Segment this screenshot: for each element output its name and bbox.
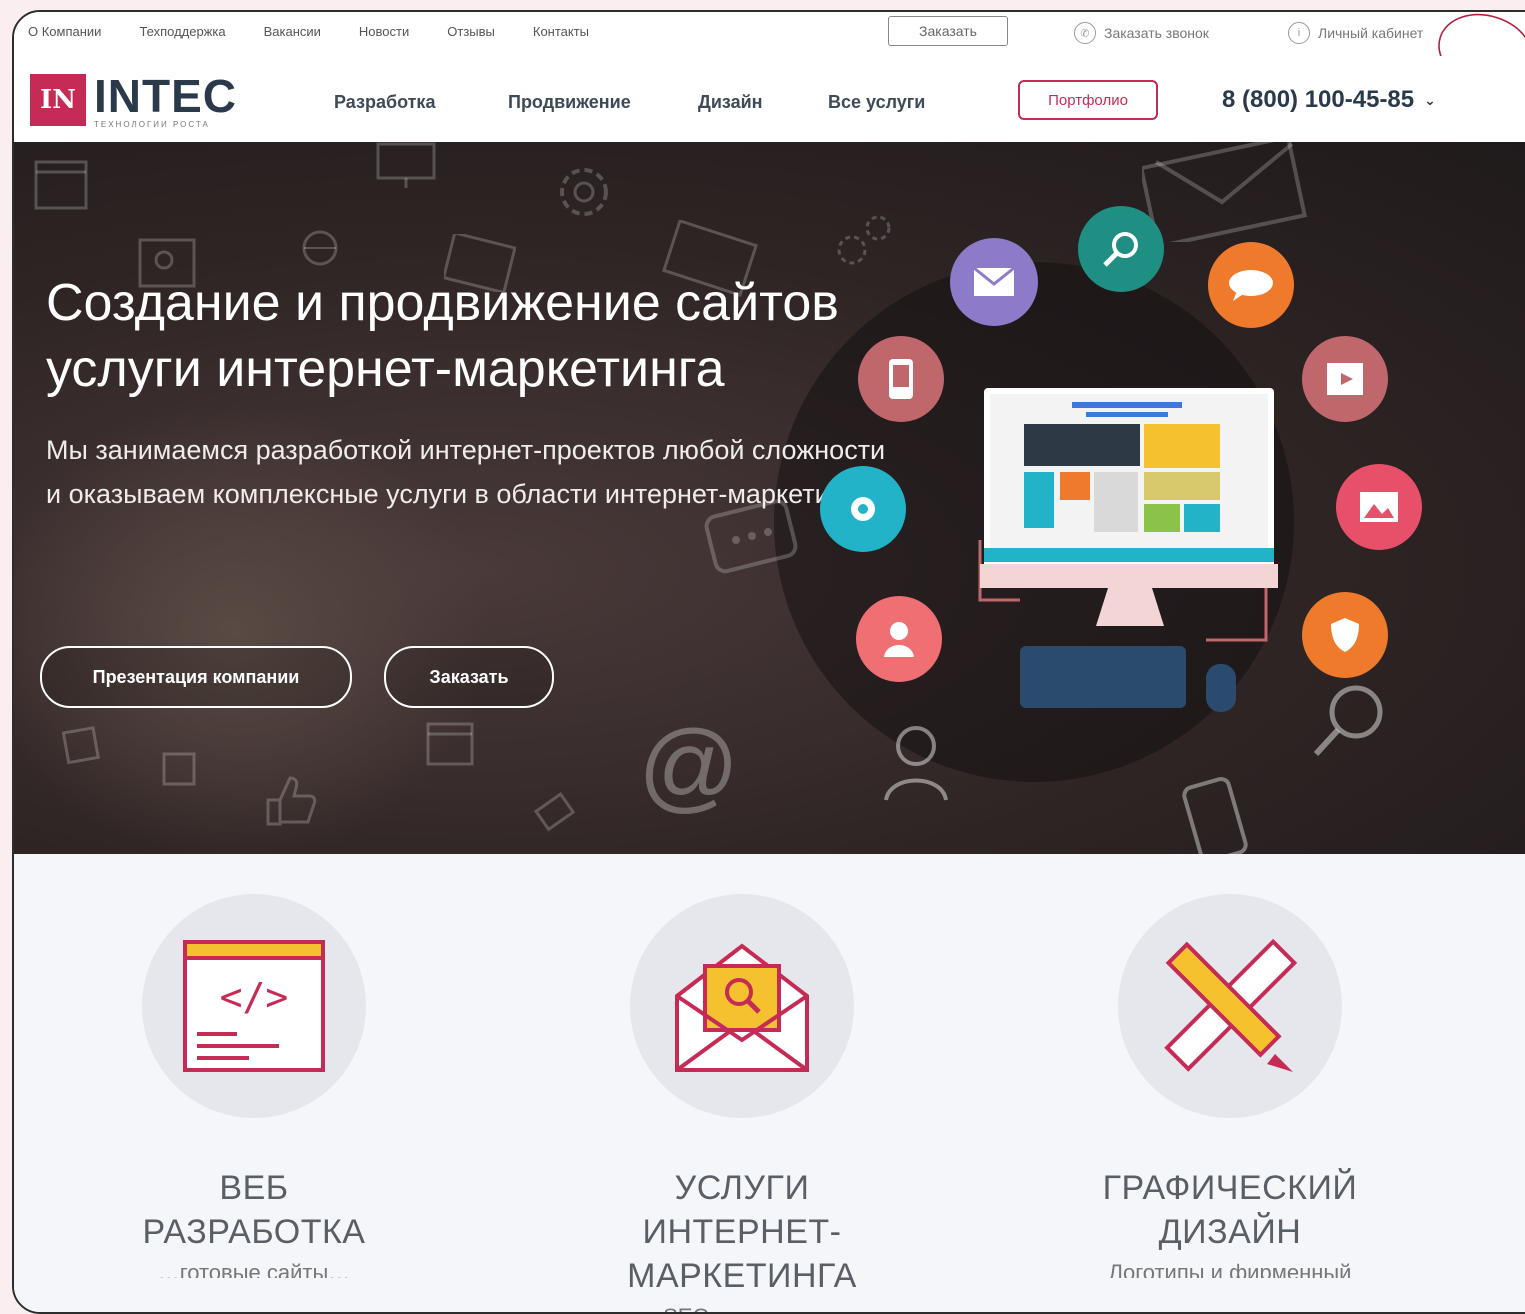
logo-text: INTEC ТЕХНОЛОГИИ РОСТА <box>94 70 237 129</box>
logo-mark: IN <box>30 74 86 126</box>
top-link-vacancies[interactable]: Вакансии <box>264 24 321 39</box>
top-link-support[interactable]: Техподдержка <box>139 24 225 39</box>
hero-title-line2: услуги интернет-маркетинга <box>46 340 725 398</box>
picture-icon <box>1360 492 1398 522</box>
top-link-contacts[interactable]: Контакты <box>533 24 589 39</box>
service-teaser: …готовые сайты… <box>157 1260 351 1278</box>
service-web-development[interactable]: </> ВЕБ РАЗРАБОТКА …готовые сайты… <box>44 894 464 1278</box>
top-link-news[interactable]: Новости <box>359 24 409 39</box>
presentation-button[interactable]: Презентация компании <box>40 646 352 708</box>
envelope-icon <box>1142 142 1308 242</box>
service-title: ГРАФИЧЕСКИЙ ДИЗАЙН <box>1020 1166 1440 1254</box>
service-title-line1: УСЛУГИ <box>674 1169 810 1207</box>
hero-subtitle-line1: Мы занимаемся разработкой интернет-проек… <box>46 435 886 465</box>
user-profile-icon <box>884 622 914 657</box>
phone-icon: ✆ <box>1074 22 1096 44</box>
nav-promotion[interactable]: Продвижение <box>508 92 631 113</box>
main-header: IN INTEC ТЕХНОЛОГИИ РОСТА Разработка Про… <box>14 56 1525 143</box>
phone-number: 8 (800) 100-45-85 ⌄ <box>1222 86 1436 114</box>
contact-card-icon <box>62 726 100 765</box>
code-window-icon: </> <box>183 940 325 1072</box>
nav-development[interactable]: Разработка <box>334 92 435 113</box>
thumbs-up-icon <box>266 776 317 826</box>
globe-icon <box>302 230 338 266</box>
mobile-icon <box>889 359 913 399</box>
bubble-mobile <box>858 336 944 422</box>
pencil-ruler-icon <box>1164 938 1298 1072</box>
bubble-mail <box>950 238 1038 326</box>
service-teaser: Логотипы и фирменный <box>1108 1260 1352 1278</box>
service-title-line1: ГРАФИЧЕСКИЙ <box>1102 1169 1358 1207</box>
gear-icon <box>560 168 608 216</box>
service-icon-disc <box>1118 894 1342 1118</box>
callback-link[interactable]: ✆ Заказать звонок <box>1074 22 1209 44</box>
service-title: ВЕБ РАЗРАБОТКА <box>44 1166 464 1254</box>
mail-icon <box>973 266 1015 296</box>
layout-icon <box>162 752 196 786</box>
hero-title-line1: Создание и продвижение сайтов <box>46 274 839 332</box>
hero-order-button[interactable]: Заказать <box>384 646 554 708</box>
chat-icon <box>1229 270 1273 301</box>
browser-frame: О Компании Техподдержка Вакансии Новости… <box>12 10 1525 1314</box>
magnifier-icon <box>1313 685 1383 757</box>
logo-word: INTEC <box>94 70 237 122</box>
nav-design[interactable]: Дизайн <box>698 92 763 113</box>
service-internet-marketing[interactable]: УСЛУГИ ИНТЕРНЕТ-МАРКЕТИНГА SEO и реклама <box>532 894 952 1312</box>
top-link-company[interactable]: О Компании <box>28 24 101 39</box>
user-outline-icon <box>884 726 948 801</box>
settings-gear-icon <box>851 497 875 521</box>
service-teaser: SEO и реклама <box>532 1304 952 1312</box>
cabinet-label: Личный кабинет <box>1318 25 1424 41</box>
service-title-line2: РАЗРАБОТКА <box>142 1213 366 1251</box>
monitor-icon <box>376 142 436 188</box>
svg-text:</>: </> <box>220 975 289 1019</box>
bubble-video <box>1302 336 1388 422</box>
top-link-reviews[interactable]: Отзывы <box>447 24 495 39</box>
envelope-search-icon <box>675 943 809 1072</box>
callback-label: Заказать звонок <box>1104 25 1209 41</box>
service-icon-disc <box>630 894 854 1118</box>
order-top-button[interactable]: Заказать <box>888 16 1008 46</box>
video-icon <box>1327 363 1363 395</box>
services-section: </> ВЕБ РАЗРАБОТКА …готовые сайты… УСЛУГ… <box>14 854 1525 1312</box>
service-icon-disc: </> <box>142 894 366 1118</box>
bubble-search <box>1078 206 1164 292</box>
bubble-user <box>856 596 942 682</box>
bubble-image <box>1336 464 1422 550</box>
shield-icon <box>1331 618 1359 652</box>
gears-icon <box>837 215 891 265</box>
top-utility-bar: О Компании Техподдержка Вакансии Новости… <box>14 12 1525 91</box>
hero-title: Создание и продвижение сайтов услуги инт… <box>46 270 966 402</box>
service-title-line2: ДИЗАЙН <box>1158 1213 1302 1251</box>
service-title-line2: ИНТЕРНЕТ-МАРКЕТИНГА <box>627 1213 857 1295</box>
logo[interactable]: IN INTEC ТЕХНОЛОГИИ РОСТА <box>30 70 237 129</box>
portfolio-button[interactable]: Портфолио <box>1018 80 1158 120</box>
phone-text[interactable]: 8 (800) 100-45-85 <box>1222 86 1414 114</box>
bubble-chat <box>1208 242 1294 328</box>
browser-window-icon <box>34 160 88 210</box>
chevron-down-icon[interactable]: ⌄ <box>1424 92 1436 109</box>
browser-icon <box>426 722 474 766</box>
service-graphic-design[interactable]: ГРАФИЧЕСКИЙ ДИЗАЙН Логотипы и фирменный <box>1020 894 1440 1278</box>
service-title: УСЛУГИ ИНТЕРНЕТ-МАРКЕТИНГА <box>532 1166 952 1298</box>
nav-all-services[interactable]: Все услуги <box>828 92 925 113</box>
smartphone-icon <box>1182 777 1248 854</box>
bubble-security <box>1302 592 1388 678</box>
user-icon: i <box>1288 22 1310 44</box>
top-links: О Компании Техподдержка Вакансии Новости… <box>28 24 589 39</box>
at-sign-icon: @ <box>638 710 740 822</box>
bubble-settings <box>820 466 906 552</box>
service-title-line1: ВЕБ <box>219 1169 289 1207</box>
personal-cabinet-link[interactable]: i Личный кабинет <box>1288 22 1423 44</box>
computer-illustration <box>978 388 1278 712</box>
search-icon <box>1103 232 1138 267</box>
hero-banner: @ Создание и продвижение сайтов услуги и… <box>14 142 1525 854</box>
envelope-tiny-icon <box>534 792 576 832</box>
